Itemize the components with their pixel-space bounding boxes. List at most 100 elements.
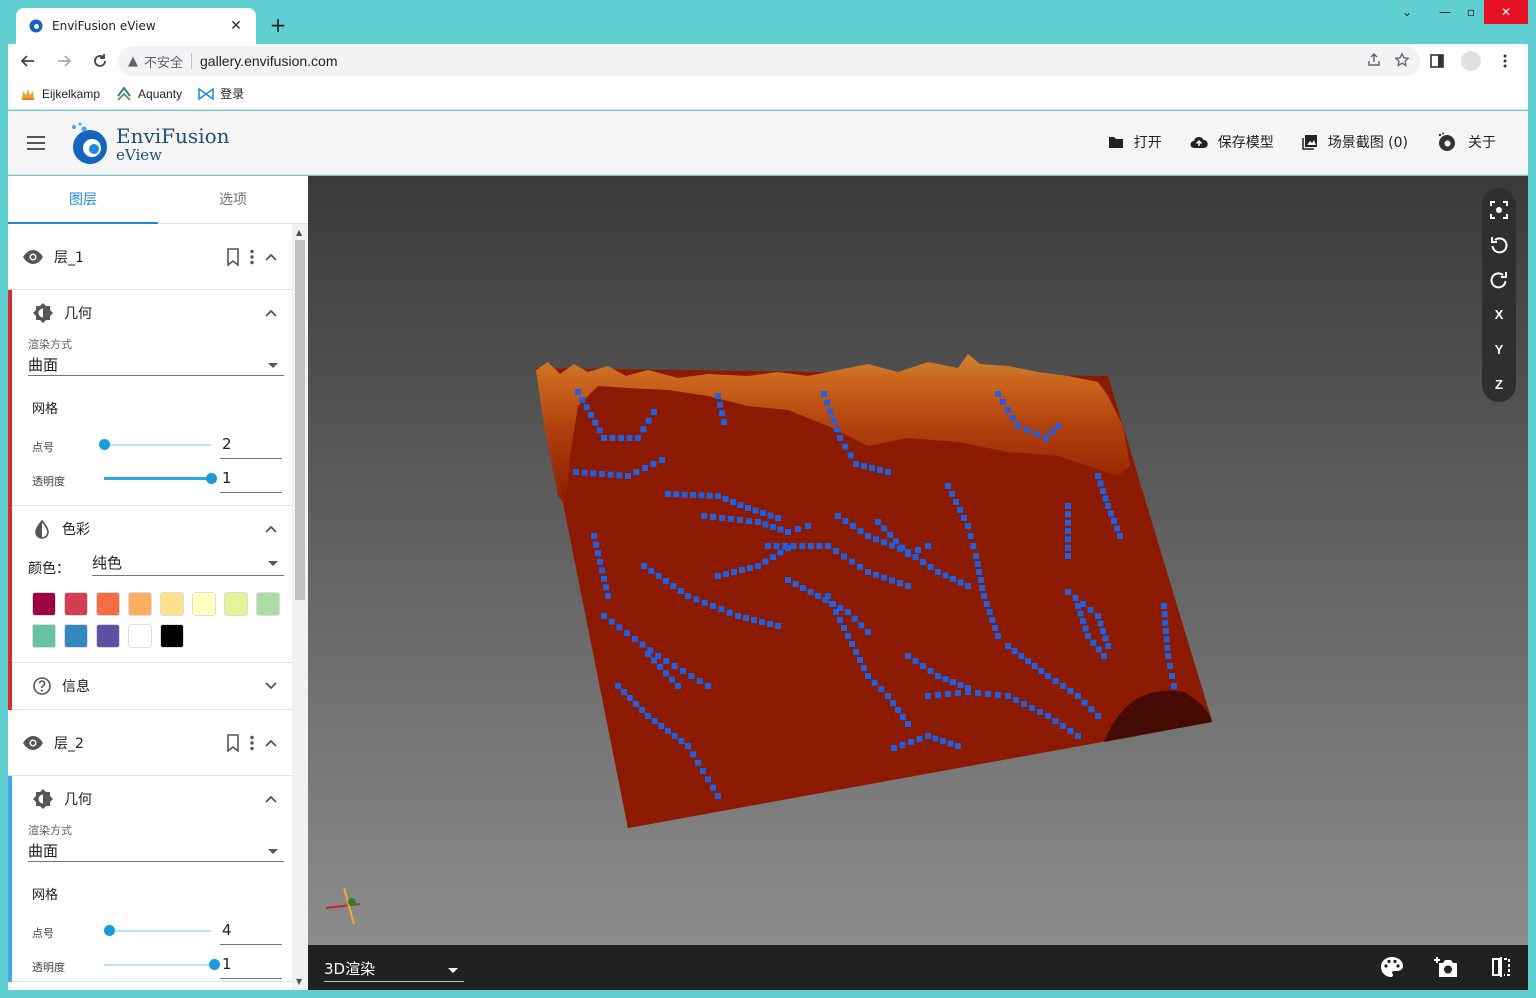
bookmark-eijkelkamp[interactable]: Eijkelkamp: [20, 87, 100, 101]
color-mode-select[interactable]: 纯色: [92, 552, 284, 576]
info-header[interactable]: 信息: [12, 663, 292, 709]
opacity-input-2[interactable]: 1: [220, 949, 282, 979]
save-model-button[interactable]: 保存模型: [1190, 131, 1274, 153]
visibility-eye-icon[interactable]: [22, 249, 44, 265]
3d-viewport[interactable]: X Y Z: [308, 176, 1528, 945]
scroll-up-arrow-icon[interactable]: ▲: [296, 228, 302, 237]
rotate-right-button[interactable]: [1482, 262, 1516, 297]
more-vert-icon[interactable]: [250, 735, 254, 751]
bookmark-icon[interactable]: [226, 733, 240, 752]
render-mode-select[interactable]: 曲面: [28, 354, 284, 376]
window-close-button[interactable]: ✕: [1484, 0, 1528, 24]
color-swatch[interactable]: [192, 592, 216, 616]
color-swatch[interactable]: [128, 592, 152, 616]
add-camera-icon[interactable]: [1434, 956, 1460, 978]
back-button[interactable]: [12, 45, 44, 77]
forward-button[interactable]: [48, 45, 80, 77]
tab-layers[interactable]: 图层: [8, 176, 158, 223]
compare-split-icon[interactable]: [1490, 956, 1512, 978]
layers-scroll-area[interactable]: 层_1 几何 渲染方式 曲面 网格 点号 2 透明度 1 色彩 颜色： 纯色 信…: [8, 224, 292, 990]
tab-options[interactable]: 选项: [158, 176, 308, 223]
geometry-header-2[interactable]: 几何: [12, 776, 292, 822]
bookmark-icon[interactable]: [226, 247, 240, 266]
stream-marker: [579, 396, 586, 403]
new-tab-button[interactable]: +: [266, 14, 290, 38]
side-panel-button[interactable]: [1422, 46, 1452, 76]
browser-tab[interactable]: EnviFusion eView ✕: [16, 8, 256, 44]
kebab-menu-icon: [1503, 54, 1507, 68]
chevron-up-icon[interactable]: [264, 524, 278, 534]
point-size-knob[interactable]: [99, 439, 110, 450]
about-button[interactable]: 关于: [1436, 131, 1496, 153]
color-swatch[interactable]: [96, 624, 120, 648]
chevron-up-icon[interactable]: [264, 308, 278, 318]
profile-button[interactable]: [1456, 46, 1486, 76]
palette-icon[interactable]: [1380, 956, 1404, 978]
chevron-up-icon[interactable]: [264, 252, 278, 262]
opacity-knob-2[interactable]: [209, 959, 220, 970]
point-size-track-2[interactable]: [104, 930, 211, 932]
tab-search-icon[interactable]: ⌄: [1396, 0, 1418, 24]
color-swatch[interactable]: [128, 624, 152, 648]
bookmark-star-icon[interactable]: [1394, 52, 1410, 68]
stream-marker: [739, 567, 745, 573]
open-button[interactable]: 打开: [1108, 131, 1162, 153]
view-x-button[interactable]: X: [1482, 297, 1516, 332]
visibility-eye-icon[interactable]: [22, 735, 44, 751]
geometry-section-2: 几何 渲染方式 曲面 网格 点号 4 透明度 1: [12, 776, 292, 982]
scrollbar-thumb[interactable]: [295, 240, 305, 600]
color-swatch[interactable]: [32, 592, 56, 616]
opacity-knob[interactable]: [206, 473, 217, 484]
menu-button[interactable]: [1490, 46, 1520, 76]
chevron-down-icon[interactable]: [264, 681, 278, 691]
stream-marker: [1075, 603, 1081, 609]
point-size-track[interactable]: [104, 444, 211, 446]
stream-marker: [850, 523, 856, 529]
view-z-button[interactable]: Z: [1482, 367, 1516, 402]
scene-screenshot-button[interactable]: 场景截图 (0): [1301, 131, 1408, 153]
terrain-scene[interactable]: [308, 176, 1528, 945]
layer-2-header[interactable]: 层_2: [8, 710, 292, 776]
panel-scrollbar[interactable]: ▲ ▼: [292, 224, 308, 990]
more-vert-icon[interactable]: [250, 249, 254, 265]
scroll-down-arrow-icon[interactable]: ▼: [296, 977, 302, 986]
layer-1-name: 层_1: [54, 249, 84, 266]
opacity-input[interactable]: 1: [220, 463, 282, 493]
minimize-button[interactable]: —: [1430, 0, 1460, 24]
view-y-button[interactable]: Y: [1482, 332, 1516, 367]
color-swatch[interactable]: [224, 592, 248, 616]
chevron-up-icon[interactable]: [264, 738, 278, 748]
layer-1-header[interactable]: 层_1: [8, 224, 292, 290]
opacity-track-2[interactable]: [104, 964, 211, 966]
point-size-knob-2[interactable]: [104, 925, 116, 936]
point-size-input[interactable]: 2: [220, 429, 282, 459]
fit-view-button[interactable]: [1482, 192, 1516, 227]
stream-marker: [631, 635, 638, 642]
geometry-header[interactable]: 几何: [12, 290, 292, 336]
render-mode-select-2[interactable]: 曲面: [28, 840, 284, 862]
tab-close-icon[interactable]: ✕: [228, 18, 244, 34]
color-swatch[interactable]: [32, 624, 56, 648]
chevron-up-icon[interactable]: [264, 794, 278, 804]
color-swatch[interactable]: [64, 592, 88, 616]
reload-button[interactable]: [84, 45, 116, 77]
stream-marker: [875, 519, 881, 525]
share-icon[interactable]: [1366, 52, 1382, 68]
render-mode-dropdown[interactable]: 3D渲染: [324, 958, 464, 982]
bookmark-aquanty[interactable]: Aquanty: [116, 85, 182, 102]
address-bar[interactable]: ▲ 不安全 gallery.envifusion.com: [118, 46, 1420, 76]
color-swatch[interactable]: [160, 624, 184, 648]
color-swatch[interactable]: [64, 624, 88, 648]
url-text[interactable]: gallery.envifusion.com: [200, 53, 337, 69]
bookmark-login[interactable]: 登录: [198, 85, 244, 102]
color-swatch[interactable]: [96, 592, 120, 616]
point-size-input-2[interactable]: 4: [220, 915, 282, 945]
rotate-left-button[interactable]: [1482, 227, 1516, 262]
stream-marker: [767, 512, 774, 519]
hamburger-menu-icon[interactable]: [26, 133, 46, 153]
color-header[interactable]: 色彩: [12, 506, 292, 552]
color-swatch[interactable]: [160, 592, 184, 616]
color-swatch[interactable]: [256, 592, 280, 616]
stream-marker: [1162, 619, 1169, 626]
maximize-button[interactable]: ▫: [1460, 0, 1482, 24]
